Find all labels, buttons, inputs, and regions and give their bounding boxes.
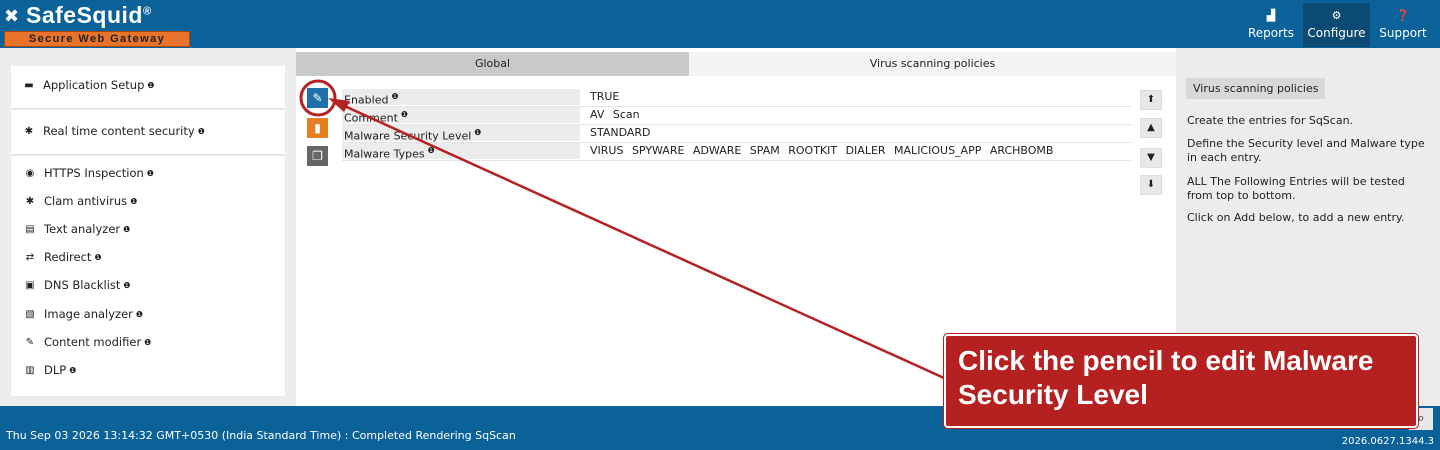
annotation-text: Click the pencil to edit Malware Securit…: [958, 345, 1374, 410]
highlight-circle: [299, 79, 337, 117]
annotation-arrow-line: [339, 102, 945, 380]
annotation-callout: Click the pencil to edit Malware Securit…: [944, 334, 1418, 428]
